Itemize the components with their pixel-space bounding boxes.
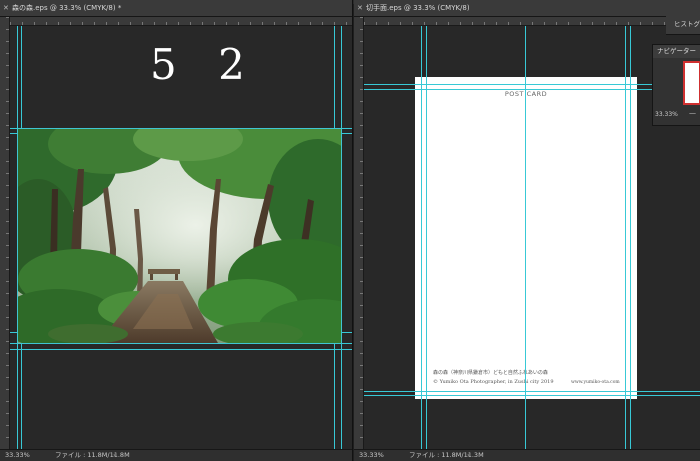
vertical-ruler[interactable] <box>0 17 10 450</box>
left-zoom-level[interactable]: 33.33% <box>5 450 30 461</box>
close-icon[interactable]: ✕ <box>357 0 363 16</box>
left-file-info: ファイル : 11.8M/11.8M <box>55 451 130 459</box>
guide-horizontal[interactable] <box>10 349 352 350</box>
right-zoom-level[interactable]: 33.33% <box>359 450 384 461</box>
postcard-website[interactable]: www.yumiko-ota.com <box>571 380 620 385</box>
zoom-out-icon[interactable]: — <box>689 109 696 117</box>
horizontal-ruler[interactable] <box>10 17 352 26</box>
histogram-panel-tab[interactable]: ヒストグラム <box>666 16 700 35</box>
right-document-window[interactable]: ✕ 切手面.eps @ 33.3% (CMYK/8) POST CARD 森の森… <box>354 0 700 461</box>
chevron-right-icon[interactable]: › <box>113 450 116 461</box>
guide-horizontal[interactable] <box>364 395 700 396</box>
navigator-zoom-level[interactable]: 33.33% <box>655 111 678 118</box>
left-document-tab[interactable]: ✕ 森の森.eps @ 33.3% (CMYK/8) * <box>0 0 352 17</box>
histogram-panel-label: ヒストグラム <box>674 20 700 28</box>
close-icon[interactable]: ✕ <box>3 0 9 16</box>
forest-photo[interactable] <box>17 128 342 344</box>
postcard-credit[interactable]: © Yumiko Ota Photographer, in Zushi city… <box>433 379 554 385</box>
guide-horizontal[interactable] <box>364 89 700 90</box>
left-tab-title: 森の森.eps @ 33.3% (CMYK/8) * <box>12 4 122 12</box>
right-status-bar: 33.33% ファイル : 11.8M/11.3M › <box>354 449 700 461</box>
navigator-panel-tab[interactable]: ナビゲーター <box>653 45 700 58</box>
vertical-ruler[interactable] <box>354 17 364 450</box>
postcard-caption[interactable]: 森の森（神奈川県鎌倉市）どもと自然ふれあいの森 <box>433 369 548 376</box>
right-file-info: ファイル : 11.8M/11.3M <box>409 451 484 459</box>
right-tab-title: 切手面.eps @ 33.3% (CMYK/8) <box>366 4 470 12</box>
horizontal-ruler[interactable] <box>364 17 700 26</box>
navigator-panel-label: ナビゲーター <box>657 47 696 55</box>
chevron-right-icon[interactable]: › <box>467 450 470 461</box>
left-status-bar: 33.33% ファイル : 11.8M/11.8M › <box>0 449 352 461</box>
guide-horizontal[interactable] <box>364 391 700 392</box>
forest-photo-image <box>18 129 341 343</box>
guide-horizontal[interactable] <box>364 84 700 85</box>
navigator-preview[interactable] <box>683 61 700 105</box>
navigator-panel[interactable]: ナビゲーター 33.33% — <box>652 44 700 126</box>
left-document-window[interactable]: ✕ 森の森.eps @ 33.3% (CMYK/8) * 5 2 33.33% … <box>0 0 353 461</box>
postcard-title[interactable]: POST CARD <box>415 90 637 98</box>
postcard-canvas[interactable]: POST CARD 森の森（神奈川県鎌倉市）どもと自然ふれあいの森 © Yumi… <box>415 77 637 399</box>
right-document-tab[interactable]: ✕ 切手面.eps @ 33.3% (CMYK/8) <box>354 0 700 17</box>
overlay-number-text[interactable]: 5 2 <box>150 44 259 86</box>
